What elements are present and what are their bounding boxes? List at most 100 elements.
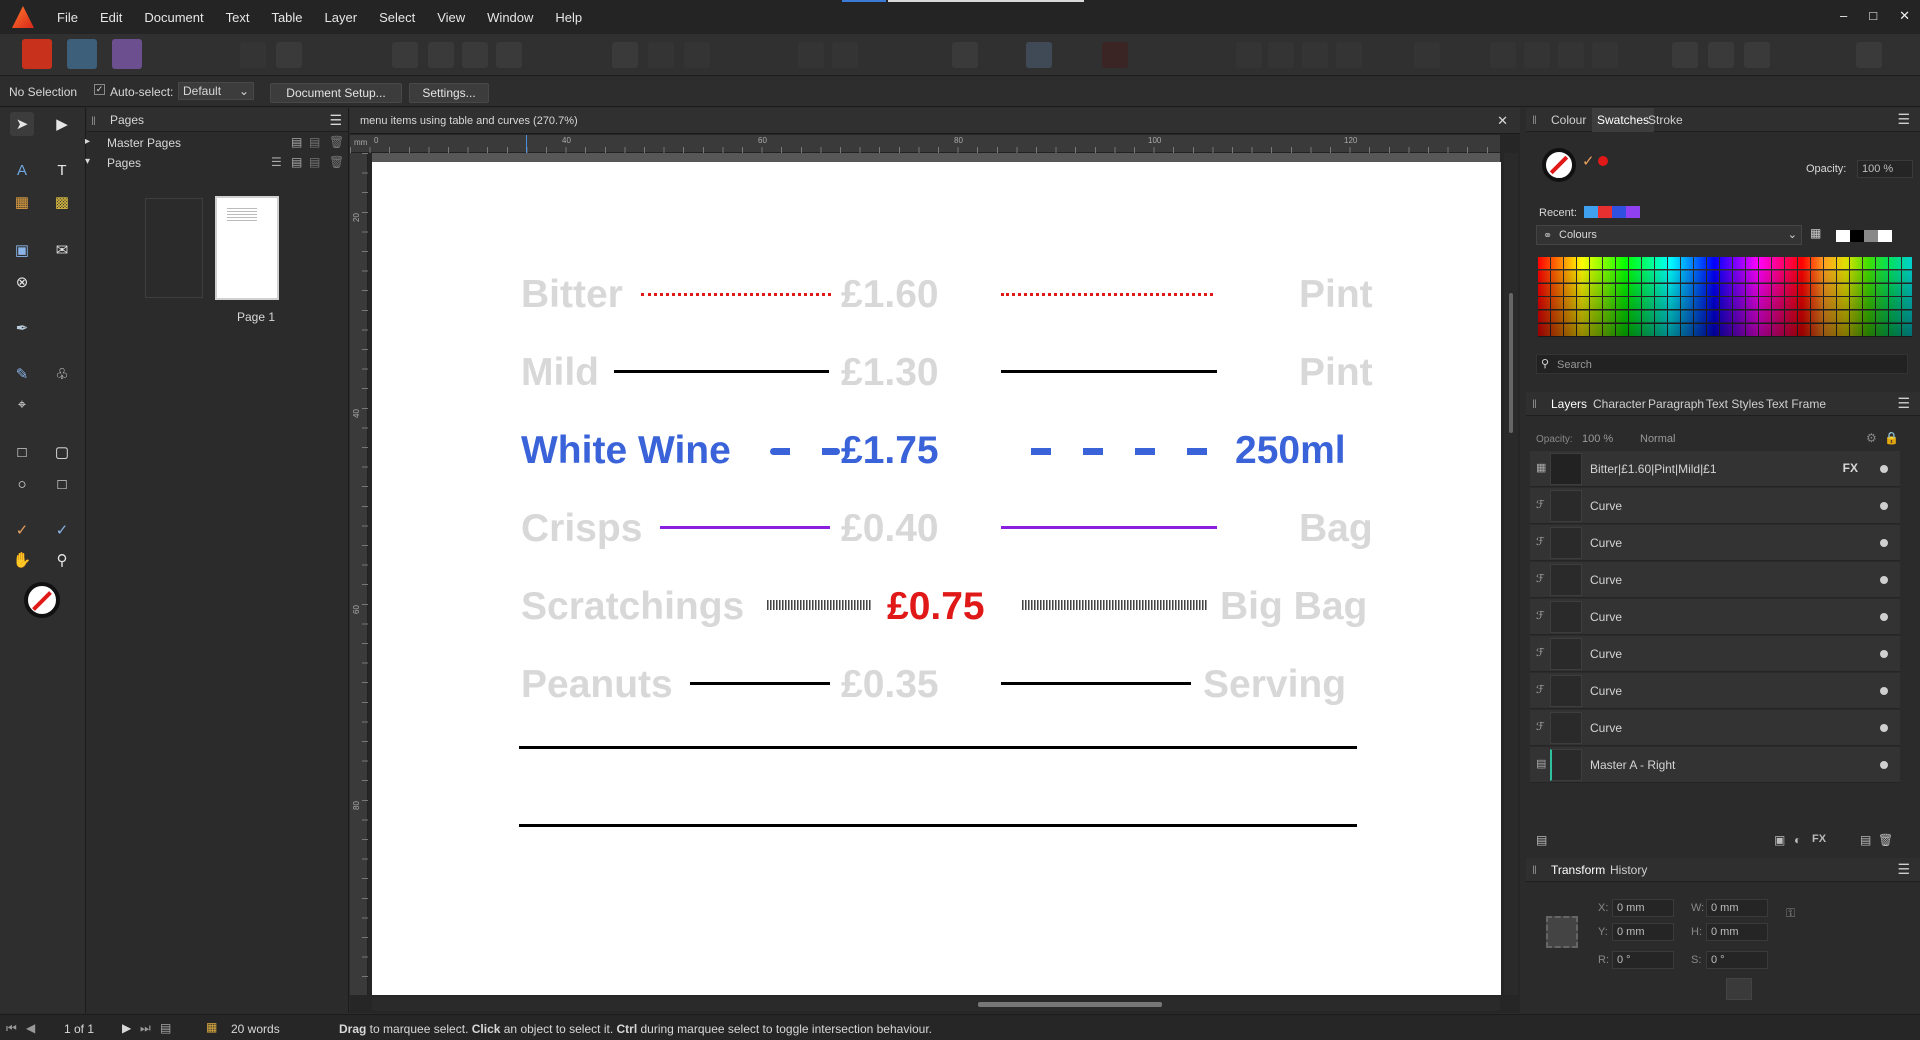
menu-item-price[interactable]: £0.75 [887,587,985,626]
empty-row-rule[interactable] [519,824,1357,827]
vector-crop-tool-icon[interactable]: ⊗ [10,270,34,294]
menu-item-unit[interactable]: Pint [1299,353,1373,392]
menu-item-name[interactable]: Mild [521,353,599,392]
visibility-icon[interactable] [1880,613,1888,621]
color-picker-tool-icon[interactable]: ✓ [10,518,34,542]
vertical-scroll-thumb[interactable] [1509,293,1513,433]
page-options-icon[interactable]: ☰ [271,155,282,169]
menu-help[interactable]: Help [544,10,593,25]
menu-item-price[interactable]: £1.30 [841,353,939,392]
delete-page-icon[interactable]: 🗑 [329,155,344,169]
visibility-icon[interactable] [1880,724,1888,732]
last-page-icon[interactable]: ⏭ [140,1021,151,1036]
menu-item-unit[interactable]: 250ml [1235,431,1346,470]
picked-colour-swatch[interactable] [1598,156,1608,166]
leader-solid-purple[interactable] [660,526,830,529]
panel-menu-icon[interactable]: ☰ [329,112,342,129]
publisher-persona-icon[interactable] [22,39,52,69]
page-view-icon[interactable] [612,42,638,68]
layer-row[interactable]: ℱ Curve [1530,636,1900,672]
duplicate-master-icon[interactable]: ▤ [309,135,320,149]
anchor-icon[interactable] [832,42,858,68]
tab-colour[interactable]: Colour [1551,113,1586,127]
lock-icon[interactable]: 🔒 [1884,431,1899,445]
select-same-icon[interactable] [462,42,488,68]
rotation-field[interactable]: 0 ° [1612,951,1674,969]
visibility-icon[interactable] [1880,576,1888,584]
circle-tool-icon[interactable] [648,42,674,68]
autoselect-dropdown[interactable]: Default ⌄ [178,82,254,100]
menu-item-price[interactable]: £0.35 [841,665,939,704]
document-setup-button[interactable]: Document Setup... [270,83,402,103]
add-layer-icon[interactable]: ▤ [1536,833,1547,847]
visibility-icon[interactable] [1880,687,1888,695]
tab-paragraph[interactable]: Paragraph [1648,397,1704,411]
anchor-point-selector[interactable] [1546,916,1578,948]
add-page-icon[interactable]: ▤ [291,155,302,169]
menu-item-unit[interactable]: Bag [1299,509,1373,548]
x-field[interactable]: 0 mm [1612,899,1674,917]
y-field[interactable]: 0 mm [1612,923,1674,941]
master-pages-row[interactable]: ▸ Master Pages ▤ ▤ 🗑 [85,133,349,153]
autoselect-checkbox[interactable]: ✓ [94,84,105,95]
menu-file[interactable]: File [46,10,89,25]
menu-item-name[interactable]: White Wine [521,431,731,470]
designer-persona-icon[interactable] [67,39,97,69]
adjustment-icon[interactable]: ◐ [1794,833,1801,847]
text-wrap-icon[interactable] [1026,42,1052,68]
vertical-scrollbar[interactable] [1504,153,1518,995]
user-account-icon[interactable] [1856,42,1882,68]
grayscale-swatches[interactable] [1836,230,1892,242]
leader-dashed-blue[interactable] [1031,448,1211,455]
preview-eye-icon[interactable] [952,42,978,68]
horizontal-scroll-thumb[interactable] [978,1002,1162,1007]
shear-field[interactable]: 0 ° [1706,951,1768,969]
leader-dotted-red[interactable] [641,293,831,296]
leader-rough-brush[interactable] [1022,600,1208,610]
select-frame-icon[interactable] [428,42,454,68]
placeholder-tool-icon[interactable]: ✉ [50,238,74,262]
mask-icon[interactable]: ▣ [1774,833,1785,847]
panel-menu-icon[interactable]: ☰ [1897,395,1910,412]
canvas[interactable]: Bitter £1.60 Pint Mild £1.30 Pint White … [372,153,1501,995]
snapping-magnet-icon[interactable] [1102,42,1128,68]
leader-solid-black[interactable] [614,370,829,373]
rounded-rectangle-tool-icon[interactable]: ▢ [50,440,74,464]
menu-document[interactable]: Document [133,10,214,25]
menu-layer[interactable]: Layer [314,10,369,25]
leader-solid-black[interactable] [1001,370,1217,373]
leader-solid-black[interactable] [1001,682,1191,685]
transparency-tool-icon[interactable]: ✓ [50,518,74,542]
panel-menu-icon[interactable]: ☰ [1897,111,1910,128]
boolean-intersect-icon[interactable] [1744,42,1770,68]
visibility-icon[interactable] [1880,465,1888,473]
tab-text-styles[interactable]: Text Styles [1706,397,1764,411]
table-tool-icon[interactable]: ▦ [10,190,34,214]
panel-menu-icon[interactable]: ☰ [1897,861,1910,878]
menu-text[interactable]: Text [215,10,261,25]
hand-tool-icon[interactable]: ✋ [10,548,34,572]
frame-text-tool-icon[interactable]: T [50,158,74,182]
select-curve-icon[interactable] [496,42,522,68]
rectangle-tool-icon[interactable]: □ [10,440,34,464]
select-all-icon[interactable] [392,42,418,68]
zoom-tool-icon[interactable]: ⚲ [50,548,74,572]
fx-icon[interactable]: FX [1843,461,1858,475]
layer-blend-mode[interactable]: Normal [1640,433,1675,445]
previous-page-icon[interactable]: ◀ [26,1021,35,1035]
arrange-front-icon[interactable] [1336,42,1362,68]
delete-master-icon[interactable]: 🗑 [329,135,344,149]
settings-gear-icon[interactable] [276,42,302,68]
leader-rough-brush[interactable] [767,600,871,610]
palette-options-icon[interactable]: ▦ [1810,226,1821,240]
swatch-search[interactable]: ⚲ Search [1536,354,1908,374]
pencil-tool-icon[interactable]: ✎ [10,362,34,386]
visibility-icon[interactable] [1880,539,1888,547]
opacity-field[interactable]: 100 % [1857,160,1913,178]
menu-item-name[interactable]: Peanuts [521,665,673,704]
menu-item-name[interactable]: Scratchings [521,587,744,626]
next-page-icon[interactable]: ▶ [122,1021,131,1035]
menu-item-unit[interactable]: Serving [1203,665,1346,704]
empty-row-rule[interactable] [519,746,1357,749]
flip-horizontal-icon[interactable] [1524,42,1550,68]
